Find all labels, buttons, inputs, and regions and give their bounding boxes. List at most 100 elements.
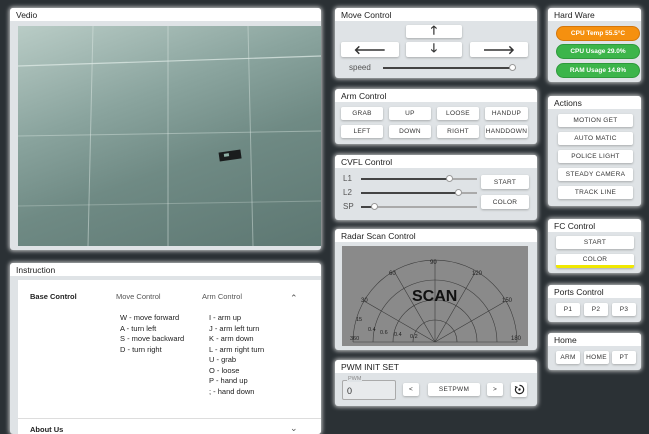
ports-control-panel: Ports Control P1 P2 P3 — [548, 285, 641, 322]
list-item: ; - hand down — [209, 386, 255, 396]
speed-label: speed — [349, 63, 371, 72]
actions-panel: Actions MOTION GET AUTO MATIC POLICE LIG… — [548, 96, 641, 206]
angle-label-90: 90 — [430, 260, 437, 266]
instruction-card: Base Control Move Control Arm Control ⌃ … — [18, 280, 321, 434]
range-label-1: 0.4 — [368, 327, 376, 333]
move-left-button[interactable]: 🡐 — [341, 42, 399, 57]
scan-button[interactable]: SCAN — [412, 288, 457, 305]
base-control-header[interactable]: Base Control — [30, 292, 77, 301]
move-control-header: Move Control — [116, 292, 161, 301]
list-item: O - loose — [209, 365, 240, 375]
sp-slider[interactable] — [361, 203, 477, 210]
setpwm-button[interactable]: SETPWM — [428, 383, 480, 396]
arm-keys-list: I - arm up J - arm left turn K - arm dow… — [209, 313, 264, 397]
list-item: L - arm right turn — [209, 344, 265, 354]
motion-get-button[interactable]: MOTION GET — [558, 114, 633, 127]
cvfl-color-button[interactable]: COLOR — [481, 195, 529, 209]
fc-start-button[interactable]: START — [556, 236, 634, 249]
ram-usage-badge: RAM Usage 14.8% — [556, 63, 640, 78]
angle-label-120: 120 — [472, 271, 483, 277]
pt-home-button[interactable]: PT — [612, 351, 636, 364]
home-panel: Home ARM HOME PT — [548, 333, 641, 370]
arm-control-title: Arm Control — [335, 89, 537, 102]
angle-label-30: 30 — [361, 298, 368, 304]
arm-right-button[interactable]: RIGHT — [437, 125, 479, 138]
left-tick-15: 15 — [356, 317, 362, 323]
list-item: W - move forward — [120, 313, 180, 322]
loose-button[interactable]: LOOSE — [437, 107, 479, 120]
fc-control-panel: FC Control START COLOR — [548, 219, 641, 273]
angle-label-180: 180 — [511, 336, 522, 342]
grab-button[interactable]: GRAB — [341, 107, 383, 120]
l1-slider-fill — [361, 178, 449, 180]
pwm-increase-button[interactable]: > — [487, 383, 503, 396]
pwm-field[interactable]: PWM 0 — [342, 376, 396, 400]
cvfl-control-panel: CVFL Control L1 L2 SP START COLOR — [335, 155, 537, 220]
port-p3-button[interactable]: P3 — [612, 303, 636, 316]
move-down-button[interactable]: 🡓 — [406, 41, 462, 57]
arm-left-button[interactable]: LEFT — [341, 125, 383, 138]
home-button[interactable]: HOME — [584, 351, 609, 364]
l2-slider-fill — [361, 192, 458, 194]
move-up-button[interactable]: 🡑 — [406, 23, 462, 38]
speed-slider-fill — [383, 67, 512, 69]
instruction-panel: Instruction Base Control Move Control Ar… — [10, 263, 321, 434]
range-label-4: 0.2 — [410, 334, 418, 340]
reset-icon-glyph — [514, 384, 524, 395]
l1-label: L1 — [343, 174, 352, 183]
l1-slider-thumb[interactable] — [446, 175, 453, 182]
list-item: I - arm up — [209, 313, 242, 322]
speed-slider-thumb[interactable] — [509, 64, 516, 71]
track-line-button[interactable]: TRACK LINE — [558, 186, 633, 199]
angle-label-150: 150 — [502, 298, 513, 304]
cpu-temp-badge: CPU Temp 55.5°C — [556, 26, 640, 41]
reset-icon[interactable] — [511, 382, 527, 397]
home-title: Home — [548, 333, 641, 346]
auto-matic-button[interactable]: AUTO MATIC — [558, 132, 633, 145]
l2-slider-thumb[interactable] — [455, 189, 462, 196]
arm-down-button[interactable]: DOWN — [389, 125, 431, 138]
range-label-2: 0.6 — [380, 330, 388, 336]
move-right-button[interactable]: 🡒 — [470, 42, 528, 57]
list-item: S - move backward — [120, 334, 185, 343]
radar-title: Radar Scan Control — [335, 229, 537, 242]
move-keys-list: W - move forward A - turn left S - move … — [120, 313, 184, 355]
pwm-panel: PWM INIT SET PWM 0 < SETPWM > — [335, 360, 537, 406]
hardware-title: Hard Ware — [548, 8, 641, 21]
pwm-field-value: 0 — [347, 386, 353, 396]
pwm-title: PWM INIT SET — [335, 360, 537, 373]
list-item: J - arm left turn — [209, 323, 260, 333]
steady-camera-button[interactable]: STEADY CAMERA — [558, 168, 633, 181]
list-item: P - hand up — [209, 376, 248, 385]
sp-slider-thumb[interactable] — [371, 203, 378, 210]
fc-color-button[interactable]: COLOR — [556, 254, 634, 268]
left-tick-360: 360 — [350, 336, 359, 342]
hardware-panel: Hard Ware CPU Temp 55.5°C CPU Usage 29.0… — [548, 8, 641, 82]
arm-home-button[interactable]: ARM — [556, 351, 580, 364]
speed-slider[interactable] — [383, 64, 516, 71]
port-p1-button[interactable]: P1 — [556, 303, 580, 316]
list-item: D - turn right — [120, 344, 162, 354]
l2-slider[interactable] — [361, 189, 477, 196]
radar-display: 30 60 90 120 150 180 15 360 0.4 0.6 0.4 … — [342, 246, 528, 346]
cvfl-control-title: CVFL Control — [335, 155, 537, 168]
instruction-title: Instruction — [10, 263, 321, 276]
range-label-3: 0.4 — [394, 332, 402, 338]
arm-up-button[interactable]: UP — [389, 107, 431, 120]
about-us-header[interactable]: About Us — [30, 425, 63, 434]
divider — [18, 418, 321, 419]
arrow-down-icon: 🡓 — [430, 41, 438, 55]
handdown-button[interactable]: HANDDOWN — [485, 125, 528, 138]
l1-slider[interactable] — [361, 175, 477, 182]
port-p2-button[interactable]: P2 — [584, 303, 608, 316]
expand-chevron-icon[interactable]: ⌄ — [290, 423, 298, 434]
pwm-field-label: PWM — [347, 376, 363, 382]
pwm-decrease-button[interactable]: < — [403, 383, 419, 396]
police-light-button[interactable]: POLICE LIGHT — [558, 150, 633, 163]
handup-button[interactable]: HANDUP — [485, 107, 528, 120]
arm-control-panel: Arm Control GRAB UP LOOSE HANDUP LEFT DO… — [335, 89, 537, 144]
video-panel-title: Vedio — [10, 8, 321, 21]
actions-title: Actions — [548, 96, 641, 109]
collapse-chevron-icon[interactable]: ⌃ — [290, 293, 298, 304]
cvfl-start-button[interactable]: START — [481, 175, 529, 189]
